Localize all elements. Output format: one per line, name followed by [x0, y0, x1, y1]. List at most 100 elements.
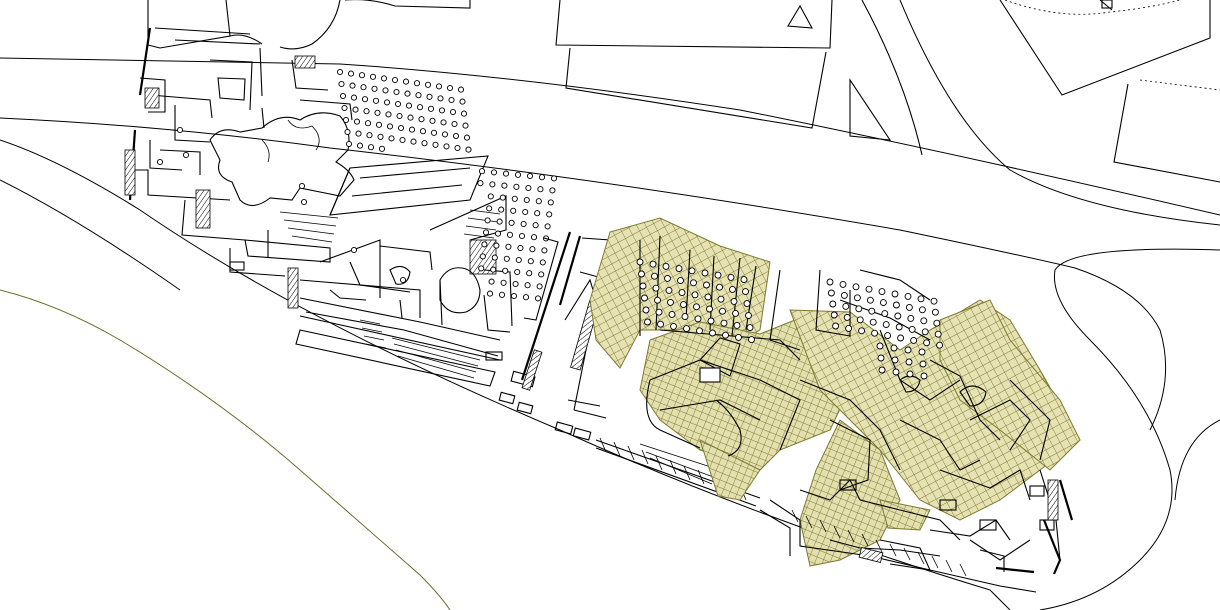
column — [709, 329, 716, 337]
column — [881, 310, 889, 318]
column — [746, 324, 754, 332]
column — [486, 205, 493, 212]
column — [438, 107, 446, 114]
column — [680, 301, 687, 309]
column — [921, 328, 929, 336]
column — [538, 271, 545, 278]
column — [498, 206, 505, 213]
column — [843, 313, 851, 321]
column — [499, 194, 506, 201]
column — [360, 84, 367, 91]
column — [363, 108, 370, 115]
column — [654, 296, 661, 304]
column — [917, 295, 925, 303]
column — [729, 285, 736, 293]
column — [868, 307, 876, 315]
column — [454, 144, 461, 152]
column — [538, 174, 546, 181]
column — [418, 116, 425, 123]
column — [694, 315, 702, 323]
column — [681, 313, 689, 321]
column — [526, 172, 534, 180]
column — [740, 276, 748, 284]
column — [908, 325, 916, 333]
column — [374, 109, 381, 116]
column — [459, 98, 466, 105]
column — [494, 230, 502, 237]
column — [378, 145, 386, 152]
column — [532, 222, 539, 229]
column — [716, 283, 723, 291]
column — [342, 116, 350, 124]
column — [518, 232, 526, 240]
column — [375, 121, 383, 128]
column — [905, 303, 913, 311]
column — [855, 305, 863, 313]
column — [364, 120, 372, 127]
column — [514, 268, 521, 276]
column — [457, 86, 465, 93]
column — [344, 128, 351, 136]
column — [465, 146, 472, 153]
column — [910, 336, 918, 344]
column — [397, 124, 405, 132]
column — [918, 348, 926, 356]
column — [500, 279, 507, 286]
column — [530, 234, 538, 241]
column — [451, 120, 458, 128]
column — [733, 321, 741, 329]
column — [853, 294, 861, 302]
column — [347, 70, 355, 77]
column — [668, 310, 676, 318]
column — [382, 87, 389, 94]
column — [498, 291, 506, 298]
column — [366, 132, 373, 139]
column — [704, 293, 712, 301]
column — [891, 356, 899, 364]
canopy-mesh — [589, 217, 1081, 567]
column — [549, 187, 556, 194]
column — [506, 231, 514, 238]
column — [369, 73, 377, 80]
column — [866, 296, 874, 304]
column — [487, 193, 494, 200]
column — [541, 247, 548, 254]
column — [407, 114, 414, 121]
column — [858, 327, 866, 335]
column — [905, 358, 913, 366]
column — [675, 265, 683, 273]
column — [393, 88, 400, 96]
column — [840, 291, 848, 299]
column — [410, 138, 417, 145]
column — [876, 342, 884, 350]
column-grid-north — [336, 68, 558, 302]
column — [460, 110, 468, 117]
column — [482, 229, 490, 236]
column — [341, 104, 348, 112]
column — [502, 170, 510, 177]
column — [722, 331, 729, 339]
column — [419, 128, 427, 135]
column — [358, 72, 366, 79]
column — [636, 258, 644, 266]
column — [399, 136, 406, 144]
column — [670, 322, 677, 330]
column — [920, 317, 928, 325]
column — [923, 339, 931, 347]
column — [934, 330, 942, 338]
column — [478, 265, 485, 272]
column — [536, 283, 543, 290]
column — [405, 102, 413, 109]
column — [907, 314, 915, 322]
column — [890, 344, 898, 352]
column — [732, 309, 739, 317]
column — [871, 329, 879, 337]
column — [688, 267, 696, 275]
column — [931, 308, 939, 316]
column — [385, 111, 392, 118]
eastern-complex-with-canopy — [589, 217, 1081, 593]
column — [662, 262, 670, 270]
column — [493, 242, 500, 249]
column — [845, 324, 853, 332]
column — [544, 223, 551, 230]
